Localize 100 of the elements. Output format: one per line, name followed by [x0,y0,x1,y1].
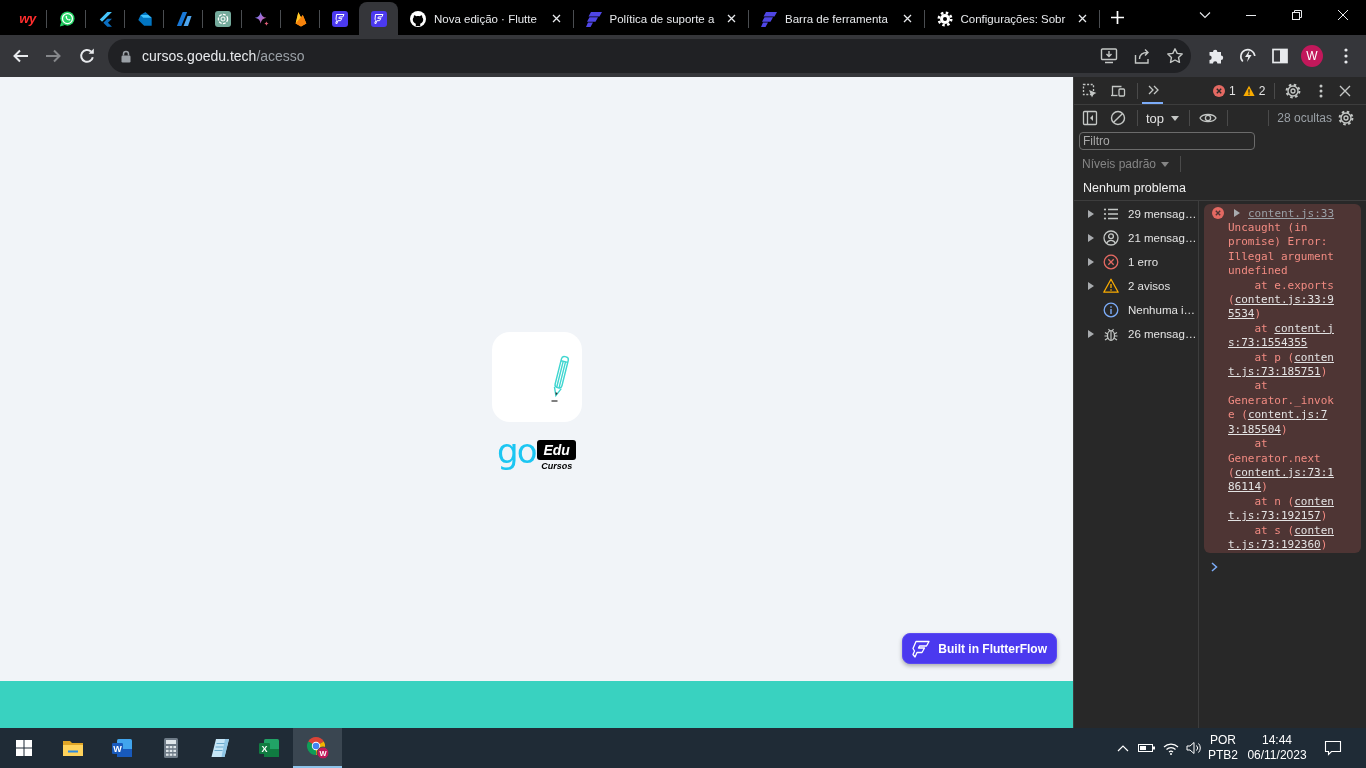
chat-bubble-icon [58,10,75,27]
profile-avatar[interactable]: W [1301,45,1323,67]
error-icon [1213,84,1225,97]
source-link[interactable]: t.js:73:185751 [1228,365,1321,379]
sidebar-item[interactable]: 29 mensag… [1074,202,1198,226]
pencil-icon [549,355,570,403]
error-icon [1212,207,1224,219]
source-link[interactable]: 3:185504 [1228,422,1281,436]
source-link[interactable]: t.js:73:192360 [1228,537,1321,551]
logo-wordmark: go [497,434,536,468]
reload-icon[interactable] [78,47,96,65]
bolt-circle-icon[interactable] [1239,47,1257,65]
expand-triangle-icon [1088,282,1094,290]
source-link[interactable]: conten [1294,350,1334,364]
source-link[interactable]: 86114 [1228,480,1262,494]
share-icon[interactable] [1133,47,1151,65]
plus-icon[interactable] [1111,11,1124,24]
clock-time[interactable]: 14:44 [1262,733,1292,748]
user-circle-icon [1103,230,1119,246]
chevron-up-icon[interactable] [1117,744,1129,752]
knot-tile-icon [214,10,231,27]
f-tile-icon [370,10,387,27]
browser-tab[interactable]: Política de suporte a [573,2,749,35]
side-panel-icon[interactable] [1271,47,1289,65]
forward-arrow-icon[interactable] [44,47,62,65]
pinned-tab[interactable]: wy [8,2,47,35]
list-icon [1103,206,1119,222]
built-with-badge-button[interactable]: Built in FlutterFlow [902,633,1057,664]
eye-icon[interactable] [1199,112,1218,124]
context-dropdown[interactable]: top [1146,110,1180,126]
keyboard-layout[interactable]: PTB2 [1208,748,1238,763]
more-vertical-icon[interactable] [1344,48,1348,64]
f-tile-icon [331,10,348,27]
restore-icon[interactable] [1292,9,1302,20]
close-icon[interactable] [1339,84,1352,97]
drop-shape-icon [136,10,153,27]
settings-icon[interactable] [1338,110,1354,126]
source-link[interactable]: 5534 [1228,307,1255,321]
caret-down-icon [1161,161,1170,167]
browser-tab[interactable]: Nova edição · Flutte [398,2,574,35]
expand-triangle-icon [1088,330,1094,338]
bug-icon [1103,326,1119,342]
clear-console-icon[interactable] [1110,110,1126,126]
lock-icon[interactable] [121,49,131,63]
warning-icon [1242,84,1255,97]
sidebar-item[interactable]: 2 avisos [1074,274,1198,298]
settings-icon[interactable] [1285,82,1302,99]
install-monitor-icon[interactable] [1100,47,1118,65]
cat-circle-icon [410,10,426,27]
windows-logo-icon[interactable] [16,740,32,756]
input-language[interactable]: POR [1210,733,1236,748]
sidebar-toggle-icon[interactable] [1082,110,1098,126]
puzzle-piece-icon[interactable] [1207,47,1225,65]
wifi-icon[interactable] [1163,741,1179,755]
inspect-element-icon[interactable] [1082,82,1098,99]
battery-icon[interactable] [1138,743,1156,753]
filter-field[interactable]: Filtro [1079,132,1255,150]
error-icon [1103,254,1119,270]
info-icon [1103,302,1119,318]
logo-subtitle: Cursos [541,461,573,472]
gear-icon [936,10,953,27]
source-link[interactable]: s:73:1554355 [1228,336,1308,350]
star-icon[interactable] [1166,47,1184,65]
expand-triangle-icon [1088,210,1094,218]
address-bar[interactable]: cursos.goedu.tech/acesso [108,39,1191,73]
sidebar-item[interactable]: 26 mensag… [1074,322,1198,346]
prompt-chevron-icon [1211,562,1218,573]
issues-status: Nenhum problema [1083,181,1186,195]
sidebar-item[interactable]: 1 erro [1074,250,1198,274]
source-link[interactable]: content.js:33:9 [1234,293,1334,307]
sidebar-item[interactable]: 21 mensag… [1074,226,1198,250]
expand-triangle-icon[interactable] [1234,209,1240,217]
source-link[interactable]: t.js:73:192157 [1228,509,1321,523]
notification-icon[interactable] [1324,740,1342,756]
double-chevron-icon [1146,83,1159,96]
expand-triangle-icon [1088,234,1094,242]
browser-tab[interactable]: Barra de ferramenta [749,2,925,35]
warning-count: 2 [1258,83,1266,98]
speaker-icon[interactable] [1186,741,1202,755]
source-link[interactable]: content.js:73:1 [1234,465,1334,479]
pinned-tab[interactable] [359,2,398,35]
clock-date[interactable]: 06/11/2023 [1247,748,1307,763]
source-link[interactable]: conten [1294,494,1334,508]
source-link[interactable]: content.js:33 [1248,206,1335,220]
source-link[interactable]: content.js:7 [1247,408,1328,422]
taskbar-button[interactable]: W [97,728,146,768]
caret-down-icon [1171,115,1180,121]
source-link[interactable]: conten [1294,523,1334,537]
back-arrow-icon[interactable] [12,47,30,65]
slanted-bars-icon [761,10,777,27]
error-count: 1 [1229,83,1236,98]
sidebar-item[interactable]: Nenhuma i… [1074,298,1198,322]
browser-tab[interactable]: Configurações: Sobr [924,2,1100,35]
source-link[interactable]: content.j [1274,321,1334,335]
slanted-blades-icon [175,10,192,27]
expand-triangle-icon [1088,258,1094,266]
error-message: Uncaught (in promise) Error: Illegal argument undefined at e.exports (content.js:33:9 5534) at content.j s:73:1554355 at p (conten t.js:73:185751) at Generator._invok e (content.js:7 3:185504) at Generator.next (content.js:73:1 86114) at n (conten t.js:73:192157) at s (conten t.js:73:192360) [1227,221,1335,553]
more-vertical-icon[interactable] [1319,83,1324,98]
sparkle-icon [253,10,270,27]
taskbar-button[interactable]: X [244,728,293,768]
